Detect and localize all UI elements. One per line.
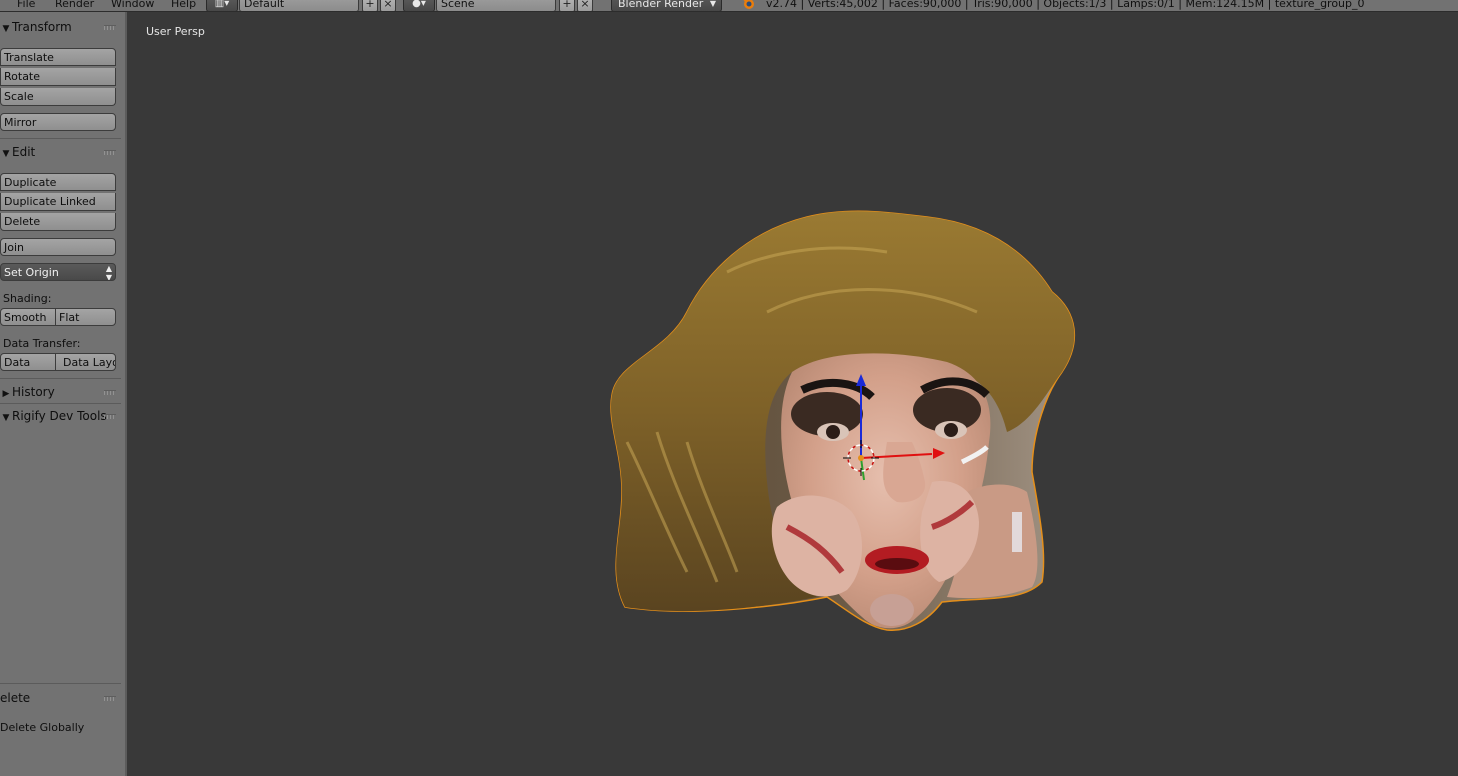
object-origin-icon — [858, 455, 864, 461]
duplicate-button[interactable]: Duplicate — [0, 173, 116, 191]
screen-layout-icon[interactable]: ▥▾ — [206, 0, 238, 11]
join-button[interactable]: Join — [0, 238, 116, 256]
mesh-render[interactable] — [127, 12, 1458, 776]
tool-shelf: ▼ Transform Translate Rotate Scale Mirror… — [0, 12, 127, 776]
render-engine-label: Blender Render — [618, 0, 704, 10]
panel-title: History — [12, 385, 55, 399]
divider — [0, 683, 121, 684]
up-down-arrows-icon: ▲ ▼ — [105, 264, 112, 281]
left-iris — [826, 425, 840, 439]
divider — [0, 403, 121, 404]
panel-title: Transform — [12, 20, 72, 34]
divider — [0, 378, 121, 379]
render-engine-dropdown[interactable]: Blender Render ▼ — [611, 0, 722, 11]
panel-header-transform[interactable]: ▼ Transform — [0, 18, 120, 36]
scene-field[interactable]: Scene — [436, 0, 556, 11]
shading-label: Shading: — [3, 292, 52, 305]
screen-layout-field[interactable]: Default — [239, 0, 359, 11]
chin — [870, 594, 914, 626]
add-icon[interactable]: + — [362, 0, 378, 11]
grip-icon[interactable] — [104, 390, 116, 395]
triangle-right-icon: ▶ — [2, 389, 10, 399]
panel-title: Edit — [12, 145, 36, 159]
close-icon[interactable]: × — [577, 0, 593, 11]
panel-header-rigify[interactable]: ▼ Rigify Dev Tools — [0, 407, 120, 425]
duplicate-linked-button[interactable]: Duplicate Linked — [0, 193, 116, 211]
menu-render[interactable]: Render — [55, 0, 94, 11]
panel-header-history[interactable]: ▶ History — [0, 383, 120, 401]
scene-icon[interactable]: ●▾ — [403, 0, 435, 11]
triangle-down-icon: ▼ — [2, 24, 10, 34]
scene-stats: v2.74 | Verts:45,002 | Faces:90,000 | Tr… — [766, 0, 1365, 10]
menu-window[interactable]: Window — [111, 0, 154, 11]
close-icon[interactable]: × — [380, 0, 396, 11]
background-window — [1012, 512, 1022, 552]
set-origin-dropdown[interactable]: Set Origin ▲ ▼ — [0, 263, 116, 281]
panel-title: Rigify Dev Tools — [12, 409, 107, 423]
smooth-button[interactable]: Smooth — [0, 308, 56, 326]
grip-icon[interactable] — [104, 696, 116, 701]
panel-header-edit[interactable]: ▼ Edit — [0, 143, 120, 161]
mouth-inner — [875, 558, 919, 570]
menu-help[interactable]: Help — [171, 0, 196, 11]
data-layout-button[interactable]: Data Layo — [55, 353, 116, 371]
translate-button[interactable]: Translate — [0, 48, 116, 66]
triangle-down-icon: ▼ — [2, 413, 10, 423]
chevron-down-icon: ▼ — [709, 0, 716, 8]
3d-viewport[interactable]: User Persp — [127, 12, 1458, 776]
grip-icon[interactable] — [104, 25, 116, 30]
add-icon[interactable]: + — [559, 0, 575, 11]
menu-file[interactable]: File — [17, 0, 35, 11]
data-transfer-label: Data Transfer: — [3, 337, 81, 350]
rotate-button[interactable]: Rotate — [0, 68, 116, 86]
grip-icon[interactable] — [104, 150, 116, 155]
set-origin-label: Set Origin — [4, 266, 59, 279]
delete-globally-option[interactable]: Delete Globally — [0, 721, 84, 734]
flat-button[interactable]: Flat — [55, 308, 116, 326]
operator-panel-header[interactable]: elete — [0, 689, 120, 707]
mirror-button[interactable]: Mirror — [0, 113, 116, 131]
triangle-down-icon: ▼ — [2, 149, 10, 159]
operator-title: elete — [0, 691, 31, 705]
blender-logo-icon — [743, 0, 754, 9]
right-iris — [944, 423, 958, 437]
delete-button[interactable]: Delete — [0, 213, 116, 231]
divider — [0, 138, 121, 139]
data-transfer-button[interactable]: Data — [0, 353, 56, 371]
grip-icon[interactable] — [104, 414, 116, 419]
info-header: File Render Window Help ▥▾ Default + × ●… — [0, 0, 1458, 12]
scale-button[interactable]: Scale — [0, 88, 116, 106]
